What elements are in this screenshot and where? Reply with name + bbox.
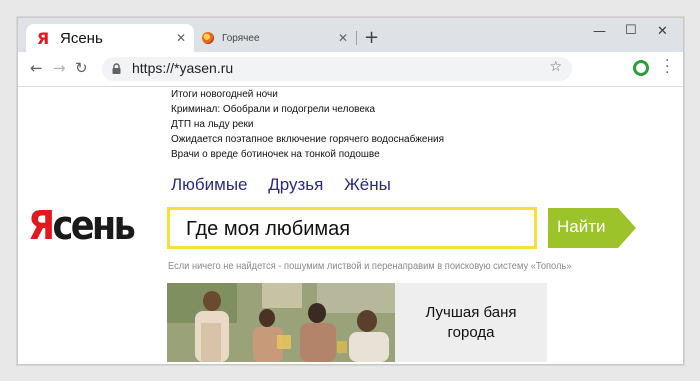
nav-link-wives[interactable]: Жёны: [344, 175, 391, 194]
bathhouse-photo-image: [167, 283, 395, 362]
yasen-favicon-icon: Я: [36, 28, 50, 48]
tab-title: Ясень: [60, 29, 103, 47]
yasen-logo[interactable]: Ясень: [28, 204, 142, 248]
tab-title: Горячее: [222, 32, 260, 44]
news-item[interactable]: Криминал: Обобрали и подогрели человека: [171, 102, 444, 117]
nav-links: Любимые Друзья Жёны: [171, 175, 407, 195]
search-button-label: Найти: [557, 217, 606, 236]
lock-icon: [112, 63, 121, 74]
ad-text-line2: города: [447, 323, 495, 341]
tab-strip: Я Ясень ✕ Горячее ✕ + — ☐ ✕: [18, 18, 683, 52]
maximize-icon[interactable]: ☐: [625, 23, 637, 38]
ad-text-line1: Лучшая баня: [425, 303, 517, 321]
reload-icon[interactable]: ↻: [75, 59, 88, 77]
logo-rest: сень: [52, 203, 135, 249]
news-item[interactable]: Врачи о вреде ботиночек на тонкой подошв…: [171, 147, 444, 162]
nav-link-friends[interactable]: Друзья: [268, 175, 323, 194]
extension-icon[interactable]: [633, 60, 649, 76]
address-bar[interactable]: https://*yasen.ru ☆: [102, 57, 572, 81]
browser-window: Я Ясень ✕ Горячее ✕ + — ☐ ✕ ← → ↻ https:…: [17, 17, 684, 365]
logo-first-letter: Я: [28, 203, 55, 249]
ad-banner[interactable]: Лучшая баня города: [167, 283, 547, 362]
close-tab-icon[interactable]: ✕: [338, 31, 348, 45]
forward-arrow-icon[interactable]: →: [53, 59, 66, 77]
minimize-icon[interactable]: —: [593, 24, 606, 39]
bookmark-star-icon[interactable]: ☆: [549, 59, 562, 75]
new-tab-button[interactable]: +: [364, 27, 379, 48]
search-button[interactable]: Найти: [548, 208, 636, 248]
url-text[interactable]: https://*yasen.ru: [132, 60, 233, 76]
menu-kebab-icon[interactable]: · · ·: [665, 54, 669, 80]
hot-favicon-icon: [202, 32, 214, 44]
search-input[interactable]: [186, 217, 516, 241]
ad-text: Лучшая баня города: [395, 283, 547, 362]
back-arrow-icon[interactable]: ←: [30, 59, 43, 77]
tab-yasen[interactable]: Я Ясень ✕: [26, 24, 194, 52]
close-tab-icon[interactable]: ✕: [176, 31, 186, 45]
news-item[interactable]: ДТП на льду реки: [171, 117, 444, 132]
fallback-note: Если ничего не найдется - пошумим листво…: [168, 261, 572, 272]
news-list: Итоги новогодней ночи Криминал: Обобрали…: [171, 87, 444, 162]
search-box: [167, 207, 537, 249]
news-item[interactable]: Итоги новогодней ночи: [171, 87, 444, 102]
news-item[interactable]: Ожидается поэтапное включение горячего в…: [171, 132, 444, 147]
nav-link-favorites[interactable]: Любимые: [171, 175, 248, 194]
tab-hot[interactable]: Горячее ✕: [196, 24, 357, 52]
ad-photo: [167, 283, 395, 362]
toolbar: ← → ↻ https://*yasen.ru ☆ · · ·: [18, 52, 683, 87]
close-icon[interactable]: ✕: [657, 24, 668, 39]
